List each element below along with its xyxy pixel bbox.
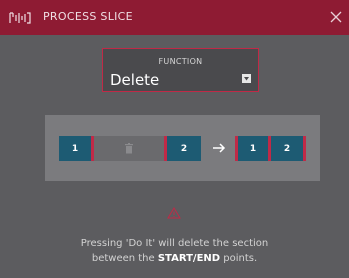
message-line-2: between the START/END points. — [0, 251, 349, 266]
close-icon[interactable] — [329, 9, 343, 23]
slice-diagram: 1 2 1 2 — [45, 115, 320, 181]
mpc-logo-icon — [9, 10, 31, 24]
slice-after-1: 1 — [235, 136, 271, 161]
slice-before-2: 2 — [164, 136, 201, 161]
trash-icon — [125, 143, 133, 154]
arrow-right-icon — [211, 139, 227, 157]
deleted-section — [94, 136, 164, 161]
message-line-1: Pressing 'Do It' will delete the section — [80, 238, 269, 249]
message-line-2-suffix: points. — [220, 253, 258, 264]
function-select[interactable]: FUNCTION Delete — [102, 48, 259, 92]
warning-icon — [167, 204, 181, 219]
title-bar: PROCESS SLICE — [0, 0, 349, 35]
message-line-2-bold: START/END — [157, 253, 221, 264]
function-label: FUNCTION — [158, 57, 203, 66]
slice-after-2: 2 — [271, 136, 306, 161]
dropdown-icon[interactable] — [242, 74, 251, 83]
slice-before-1: 1 — [59, 136, 94, 161]
function-value: Delete — [110, 71, 160, 89]
window-title: PROCESS SLICE — [43, 10, 133, 23]
message-line-2-prefix: between the — [91, 253, 158, 264]
